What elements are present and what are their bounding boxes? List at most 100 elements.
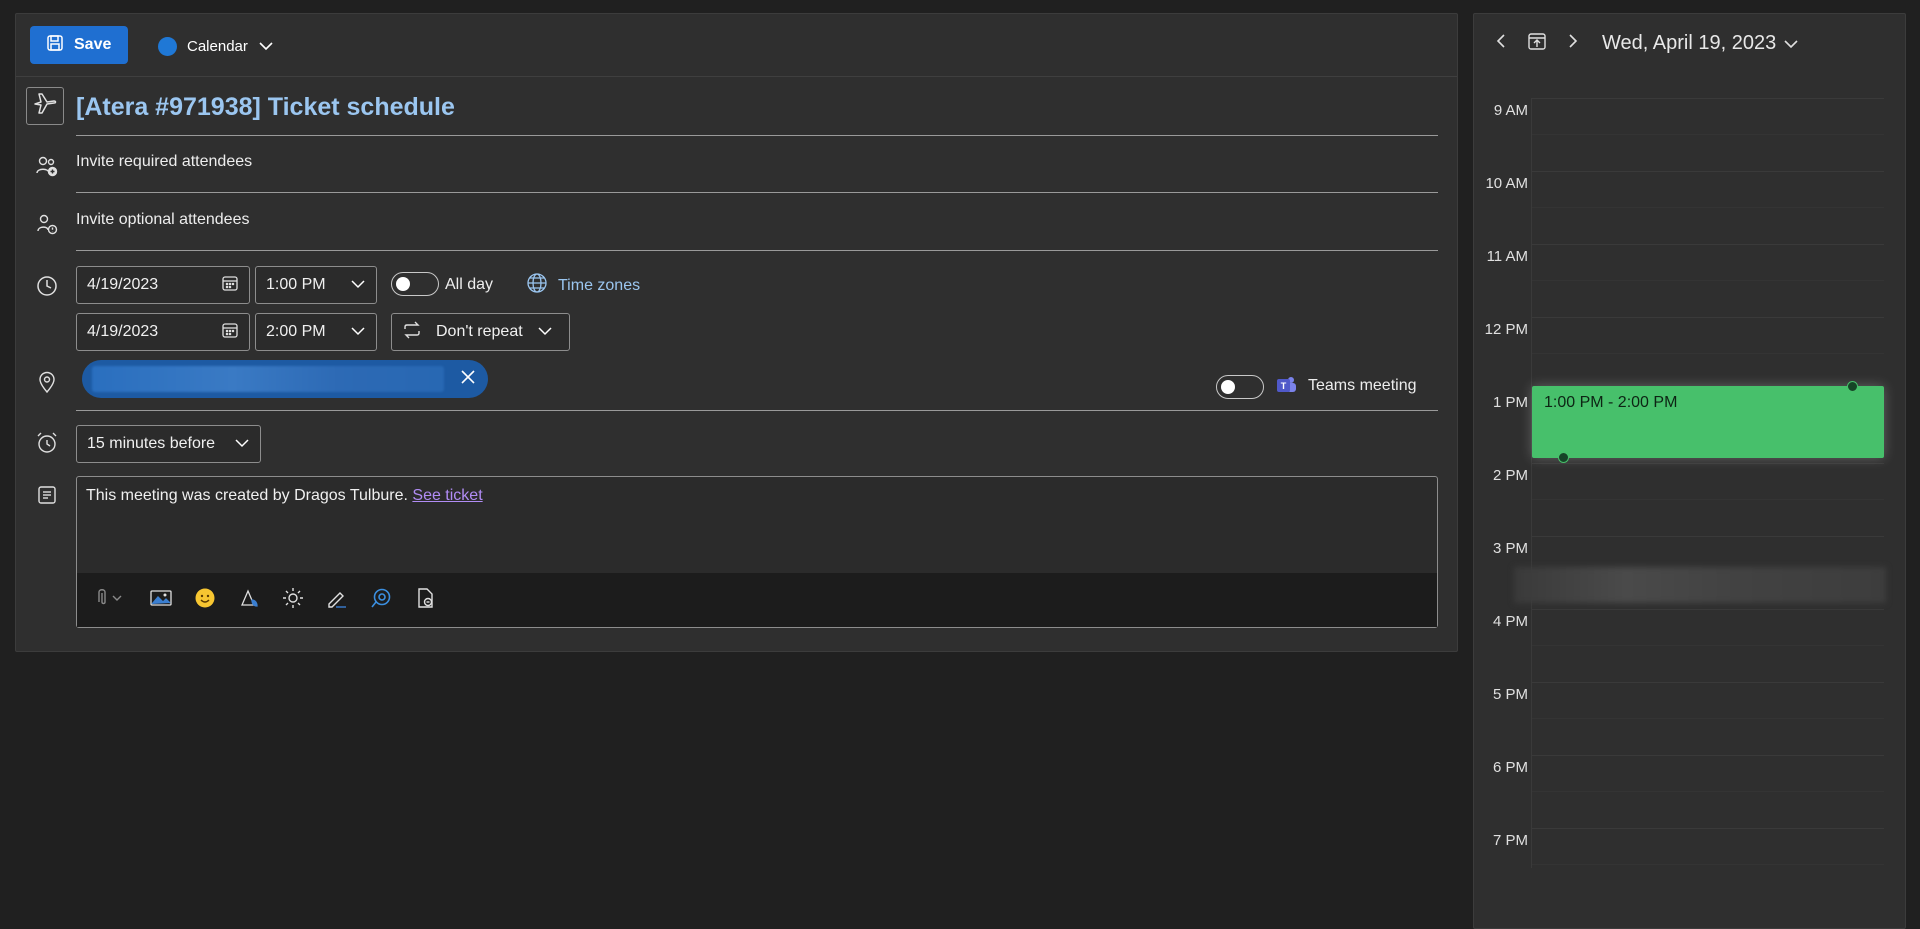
hour-gridline <box>1532 755 1884 756</box>
current-date-label: Wed, April 19, 2023 <box>1602 31 1777 54</box>
half-hour-gridline <box>1532 280 1884 281</box>
hour-gridline <box>1532 317 1884 318</box>
start-time-value: 1:00 PM <box>266 276 326 293</box>
half-hour-gridline <box>1532 499 1884 500</box>
hour-gridline <box>1532 828 1884 829</box>
hour-label: 4 PM <box>1492 613 1528 630</box>
event-category-button[interactable] <box>26 87 64 125</box>
half-hour-gridline <box>1532 718 1884 719</box>
calendar-header: Wed, April 19, 2023 <box>1474 14 1905 72</box>
calendar-name: Calendar <box>187 37 248 55</box>
draw-button[interactable] <box>323 586 351 614</box>
emoji-icon <box>194 587 216 614</box>
new-event-block[interactable]: 1:00 PM - 2:00 PM <box>1532 381 1884 463</box>
previous-day-button[interactable] <box>1488 29 1514 57</box>
start-date-picker[interactable]: 4/19/2023 <box>76 266 250 304</box>
half-hour-gridline <box>1532 791 1884 792</box>
half-hour-gridline <box>1532 353 1884 354</box>
next-day-button[interactable] <box>1560 29 1586 57</box>
hour-label: 12 PM <box>1484 321 1528 338</box>
half-hour-gridline <box>1532 134 1884 135</box>
attach-button[interactable] <box>91 586 131 614</box>
body-text: This meeting was created by Dragos Tulbu… <box>86 487 408 504</box>
time-zones-button[interactable]: Time zones <box>526 272 640 299</box>
calendar-color-dot <box>158 36 177 56</box>
repeat-icon <box>402 321 422 344</box>
resize-handle-top[interactable] <box>1847 381 1858 392</box>
all-day-toggle[interactable] <box>391 272 439 296</box>
location-pin-icon <box>33 368 61 396</box>
hour-gridline <box>1532 171 1884 172</box>
end-time-value: 2:00 PM <box>266 323 326 340</box>
today-icon <box>1527 31 1547 56</box>
remove-location-button[interactable] <box>450 361 486 397</box>
day-column-border <box>1531 98 1532 868</box>
see-ticket-link[interactable]: See ticket <box>412 487 482 504</box>
hour-label: 2 PM <box>1492 467 1528 484</box>
reminder-select[interactable]: 15 minutes before <box>76 425 261 463</box>
chevron-right-icon <box>1568 33 1578 54</box>
calendar-icon <box>221 321 239 344</box>
calendar-day-panel: Wed, April 19, 2023 9 AM 10 AM 11 AM 12 PM 1… <box>1473 13 1906 929</box>
resize-handle-bottom[interactable] <box>1558 452 1569 463</box>
alarm-clock-icon <box>33 429 61 457</box>
start-date-value: 4/19/2023 <box>87 276 159 293</box>
chevron-down-icon <box>1784 32 1798 55</box>
end-date-picker[interactable]: 4/19/2023 <box>76 313 250 351</box>
event-body-editor[interactable]: This meeting was created by Dragos Tulbu… <box>76 476 1438 628</box>
clock-icon <box>33 272 61 300</box>
save-button[interactable]: Save <box>30 26 128 64</box>
calendar-selector[interactable]: Calendar <box>158 32 274 60</box>
go-to-today-button[interactable] <box>1524 29 1550 57</box>
required-attendees-input[interactable]: Invite required attendees <box>76 153 252 171</box>
event-form-panel: Save Calendar [Atera #971938] Ticket sch… <box>15 13 1458 652</box>
reminder-value: 15 minutes before <box>87 435 216 452</box>
location-chip[interactable] <box>82 360 488 398</box>
hour-label: 3 PM <box>1492 540 1528 557</box>
teams-meeting-label: Teams meeting <box>1308 377 1417 394</box>
add-people-icon <box>33 152 61 180</box>
event-body-text: This meeting was created by Dragos Tulbu… <box>86 487 483 505</box>
redacted-event <box>1514 567 1886 603</box>
date-picker-dropdown[interactable]: Wed, April 19, 2023 <box>1602 32 1798 55</box>
end-time-select[interactable]: 2:00 PM <box>255 313 377 351</box>
format-painter-button[interactable] <box>235 586 263 614</box>
toolbar: Save Calendar <box>16 14 1457 77</box>
sun-icon <box>282 587 304 614</box>
loop-icon <box>370 587 392 614</box>
immersive-button[interactable] <box>279 586 307 614</box>
hour-label: 5 PM <box>1492 686 1528 703</box>
start-time-select[interactable]: 1:00 PM <box>255 266 377 304</box>
chevron-down-icon <box>350 276 366 294</box>
chevron-down-icon <box>537 323 553 341</box>
teams-icon: T <box>1275 374 1297 401</box>
insert-file-button[interactable] <box>411 586 439 614</box>
hour-label: 9 AM <box>1493 102 1528 119</box>
hour-label: 1 PM <box>1492 394 1528 411</box>
teams-meeting-toggle[interactable] <box>1216 375 1264 399</box>
half-hour-gridline <box>1532 864 1884 865</box>
paperclip-icon <box>94 588 128 613</box>
hour-label: 7 PM <box>1492 832 1528 849</box>
loop-button[interactable] <box>367 586 395 614</box>
optional-people-icon <box>33 210 61 238</box>
hour-label: 6 PM <box>1492 759 1528 776</box>
optional-attendees-input[interactable]: Invite optional attendees <box>76 211 249 229</box>
hour-gridline <box>1532 98 1884 99</box>
emoji-button[interactable] <box>191 586 219 614</box>
insert-picture-button[interactable] <box>147 586 175 614</box>
hour-gridline <box>1532 682 1884 683</box>
pen-icon <box>326 587 348 614</box>
save-label: Save <box>74 36 112 53</box>
chevron-down-icon <box>258 38 274 55</box>
repeat-select[interactable]: Don't repeat <box>391 313 570 351</box>
chevron-down-icon <box>234 435 250 453</box>
hour-label: 11 AM <box>1486 248 1528 265</box>
airplane-icon <box>31 90 59 123</box>
divider <box>76 410 1438 411</box>
hour-gridline <box>1532 463 1884 464</box>
event-title-input[interactable]: [Atera #971938] Ticket schedule <box>76 93 455 122</box>
chevron-down-icon <box>350 323 366 341</box>
half-hour-gridline <box>1532 645 1884 646</box>
close-icon <box>460 369 476 390</box>
